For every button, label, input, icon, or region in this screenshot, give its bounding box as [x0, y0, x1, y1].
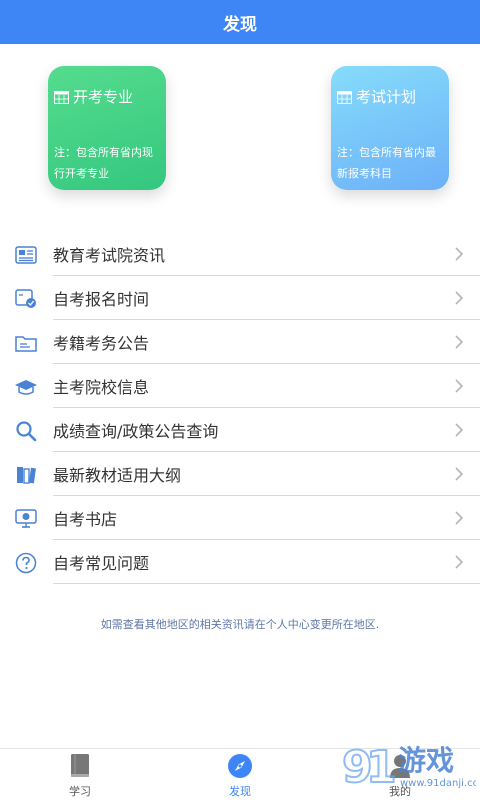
list-item-label: 主考院校信息	[53, 378, 150, 397]
card-title: 开考专业	[73, 88, 134, 106]
chevron-right-icon	[452, 377, 466, 395]
card-title-row: 考试计划	[337, 86, 443, 107]
user-icon	[387, 753, 413, 779]
card-title: 考试计划	[356, 88, 417, 106]
list-item-signup-time[interactable]: 自考报名时间	[0, 276, 480, 320]
list-item-label: 自考报名时间	[53, 290, 150, 309]
tab-study[interactable]: 学习	[40, 753, 120, 799]
list-item-label: 自考常见问题	[53, 554, 150, 573]
card-note: 注：包含所有省内现行开考专业	[54, 146, 153, 180]
folder-icon	[14, 332, 38, 354]
tab-discover[interactable]: 发现	[200, 753, 280, 799]
feature-cards: 开考专业 注：包含所有省内现行开考专业 考试计划 注：包含所有省内最新报考科目	[0, 44, 480, 224]
list-item-label: 成绩查询/政策公告查询	[53, 422, 219, 441]
card-exam-plan[interactable]: 考试计划 注：包含所有省内最新报考科目	[331, 66, 449, 190]
chevron-right-icon	[452, 553, 466, 571]
list-item-label: 自考书店	[53, 510, 118, 529]
books-icon	[14, 464, 38, 486]
discover-list: 教育考试院资讯 自考报名时间 考籍考务公告 主考院校信息 成绩查询/政策公告查询…	[0, 232, 480, 584]
list-item-bookstore[interactable]: 自考书店	[0, 496, 480, 540]
card-note: 注：包含所有省内最新报考科目	[337, 146, 436, 180]
region-tip: 如需查看其他地区的相关资讯请在个人中心变更所在地区.	[100, 618, 380, 631]
tab-label: 发现	[229, 785, 251, 798]
chevron-right-icon	[452, 289, 466, 307]
card-open-majors[interactable]: 开考专业 注：包含所有省内现行开考专业	[48, 66, 166, 190]
card-title-row: 开考专业	[54, 86, 160, 107]
chevron-right-icon	[452, 245, 466, 263]
list-item-label: 考籍考务公告	[53, 334, 150, 353]
calendar-icon	[54, 90, 69, 104]
bottom-tabbar: 学习 发现 我的	[0, 748, 480, 800]
list-item-news[interactable]: 教育考试院资讯	[0, 232, 480, 276]
chevron-right-icon	[452, 465, 466, 483]
list-item-score-query[interactable]: 成绩查询/政策公告查询	[0, 408, 480, 452]
list-item-textbooks[interactable]: 最新教材适用大纲	[0, 452, 480, 496]
app-root: 发现 开考专业 注：包含所有省内现行开考专业 考试计划 注：包含所有省内最新报考…	[0, 0, 480, 800]
signup-time-icon	[14, 288, 38, 310]
chevron-right-icon	[452, 333, 466, 351]
header: 发现	[0, 0, 480, 44]
news-icon	[14, 244, 38, 266]
list-item-label: 最新教材适用大纲	[53, 466, 182, 485]
list-item-label: 教育考试院资讯	[53, 246, 166, 265]
list-item-announcements[interactable]: 考籍考务公告	[0, 320, 480, 364]
tab-mine[interactable]: 我的	[360, 753, 440, 799]
chevron-right-icon	[452, 509, 466, 527]
list-item-faq[interactable]: 自考常见问题	[0, 540, 480, 584]
search-icon	[14, 420, 38, 442]
tab-label: 我的	[389, 785, 411, 798]
book-icon	[67, 753, 93, 779]
compass-icon	[227, 753, 253, 779]
monitor-icon	[14, 508, 38, 530]
page-title: 发现	[223, 14, 257, 35]
tab-label: 学习	[69, 785, 91, 798]
calendar-icon	[337, 90, 352, 104]
chevron-right-icon	[452, 421, 466, 439]
graduation-cap-icon	[14, 376, 38, 398]
list-item-colleges[interactable]: 主考院校信息	[0, 364, 480, 408]
question-icon	[14, 552, 38, 574]
